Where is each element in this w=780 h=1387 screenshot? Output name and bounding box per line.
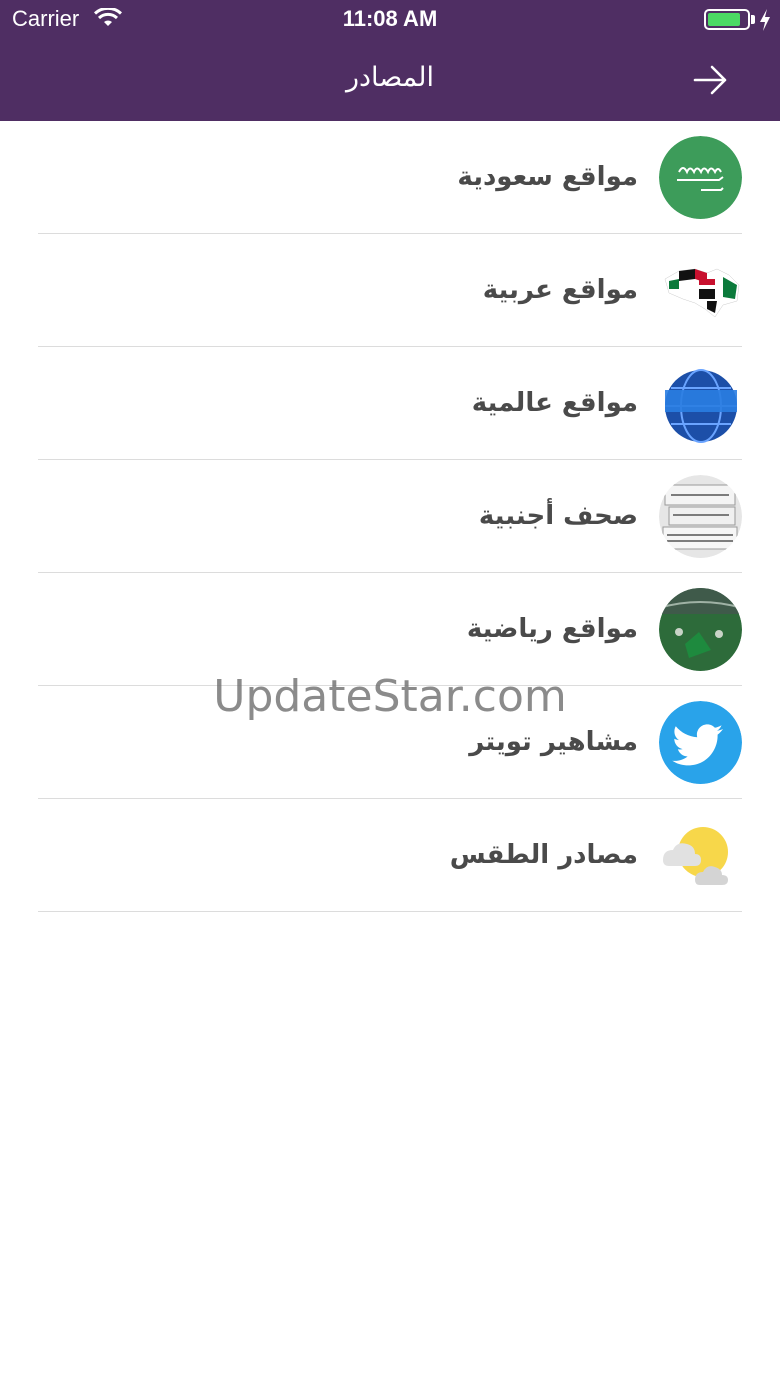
list-item-label: مواقع عالمية — [471, 388, 638, 418]
battery-cap — [751, 15, 755, 24]
separator — [38, 911, 742, 912]
stadium-crowd-icon — [659, 588, 742, 671]
list-item[interactable]: مواقع رياضية — [0, 573, 780, 686]
weather-sun-cloud-icon — [663, 827, 728, 885]
list-item-label: مواقع رياضية — [466, 614, 638, 644]
list-item-label: صحف أجنبية — [478, 501, 638, 531]
status-bar: Carrier 11:08 AM — [0, 0, 780, 40]
battery-icon — [704, 9, 750, 30]
arrow-right-icon[interactable] — [692, 62, 730, 98]
clock: 11:08 AM — [342, 6, 438, 31]
sources-list: مواقع سعودية مواقع عربية مواقع عالمية صح… — [0, 121, 780, 912]
charging-bolt-icon — [760, 9, 770, 31]
list-item[interactable]: مشاهير تويتر — [0, 686, 780, 799]
list-item-label: مواقع سعودية — [457, 162, 638, 192]
page-title: المصادر — [345, 62, 435, 93]
list-item-label: مواقع عربية — [482, 275, 638, 305]
twitter-bird-icon — [659, 701, 742, 784]
newspapers-icon — [659, 475, 742, 558]
list-item[interactable]: مصادر الطقس — [0, 799, 780, 912]
navigation-bar: Carrier 11:08 AM المصادر — [0, 0, 780, 121]
battery-level — [708, 13, 740, 26]
list-item[interactable]: مواقع عربية — [0, 234, 780, 347]
list-item[interactable]: مواقع سعودية — [0, 121, 780, 234]
arab-world-map-icon — [664, 268, 740, 318]
saudi-flag-icon — [659, 136, 742, 219]
list-item-label: مصادر الطقس — [449, 840, 638, 870]
global-news-globe-icon — [659, 362, 742, 445]
list-item-label: مشاهير تويتر — [469, 727, 638, 757]
list-item[interactable]: صحف أجنبية — [0, 460, 780, 573]
list-item[interactable]: مواقع عالمية — [0, 347, 780, 460]
